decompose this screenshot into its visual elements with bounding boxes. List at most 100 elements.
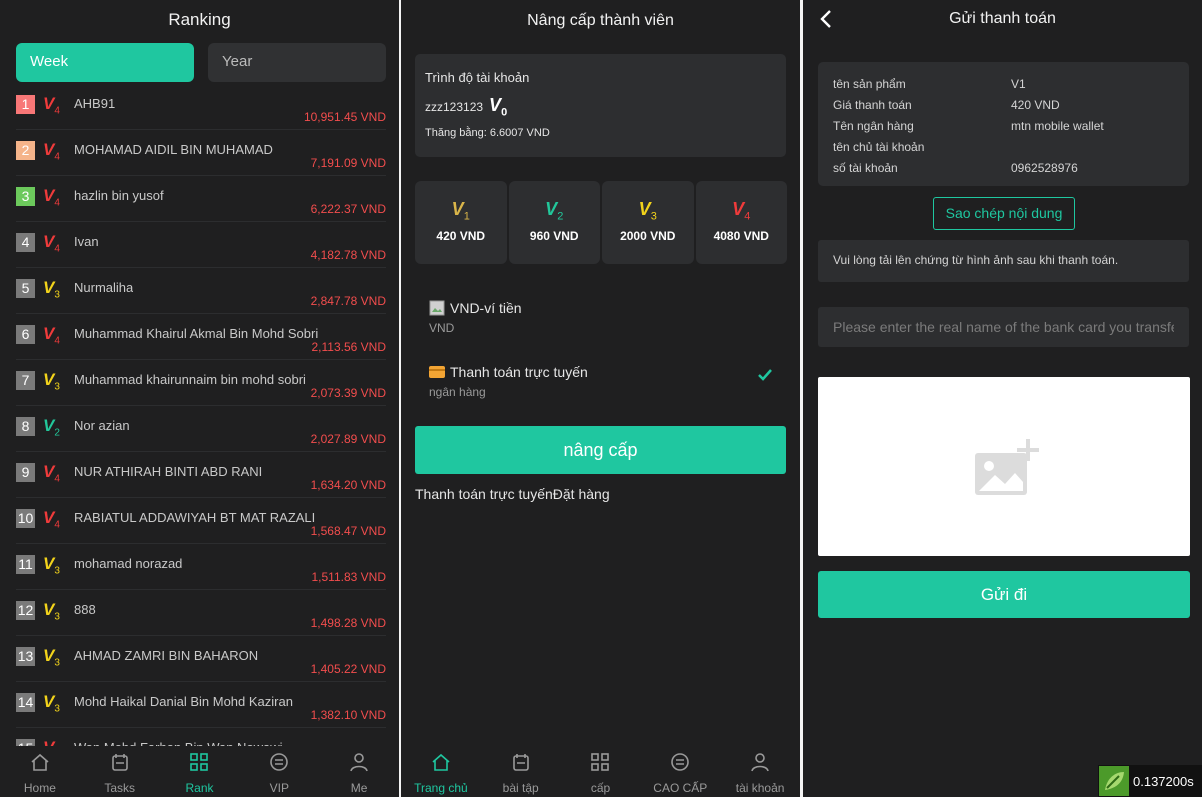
rank-user-name: mohamad norazad: [74, 556, 183, 571]
ranking-row: 9 V4 NUR ATHIRAH BINTI ABD RANI 1,634.20 VN…: [16, 452, 386, 498]
nav-label: tài khoản: [735, 781, 785, 795]
rank-user-name: Nor azian: [74, 418, 130, 433]
info-key: Tên ngân hàng: [833, 118, 914, 133]
payment-option-title: Thanh toán trực tuyến: [450, 364, 588, 380]
rank-user-name: hazlin bin yusof: [74, 188, 164, 203]
rank-amount: 4,182.78 VND: [310, 248, 386, 262]
nav-item-tasks[interactable]: Tasks: [80, 747, 160, 797]
ranking-row: 6 V4 Muhammad Khairul Akmal Bin Mohd Sobri…: [16, 314, 386, 360]
rank-user-name: AHB91: [74, 96, 116, 111]
rank-number-badge: 5: [16, 279, 35, 298]
rank-number-badge: 7: [16, 371, 35, 390]
nav-label: Me: [350, 781, 368, 795]
ranking-row: 10 V4 RABIATUL ADDAWIYAH BT MAT RAZALI 1,56…: [16, 498, 386, 544]
rank-number-badge: 14: [16, 693, 35, 712]
rank-amount: 10,951.45 VND: [303, 110, 386, 124]
payment-info-row: Tên ngân hàng mtn mobile wallet: [833, 115, 1174, 136]
nav-label: bài tập: [502, 781, 539, 795]
rank-number-badge: 9: [16, 463, 35, 482]
rank-number-badge: 13: [16, 647, 35, 666]
nav-item-me[interactable]: Me: [319, 747, 399, 797]
account-level-label: Trình độ tài khoản: [425, 70, 530, 85]
ranking-row: 12 V3 888 1,498.28 VND: [16, 590, 386, 636]
nav-item-home[interactable]: Home: [0, 747, 80, 797]
ranking-row: 11 V3 mohamad norazad 1,511.83 VND: [16, 544, 386, 590]
send-button[interactable]: Gửi đi: [818, 571, 1190, 618]
payment-panel: Gửi thanh toán tên sản phẩm V1 Giá thanh t…: [803, 0, 1202, 797]
user-icon: [751, 753, 769, 772]
rank-amount: 1,382.10 VND: [310, 708, 386, 722]
bank-card-name-input[interactable]: [818, 307, 1189, 347]
nav-label: CAO CẤP: [653, 781, 708, 795]
rank-amount: 1,498.28 VND: [310, 616, 386, 630]
rank-user-name: Mohd Haikal Danial Bin Mohd Kaziran: [74, 694, 293, 709]
rank-number-badge: 8: [16, 417, 35, 436]
nav-item-bài-tập[interactable]: bài tập: [481, 747, 561, 797]
upgrade-button[interactable]: nâng cấp: [415, 426, 786, 474]
image-upload-area[interactable]: [818, 377, 1190, 556]
vip-level-badge: V3: [43, 370, 60, 393]
rank-user-name: RABIATUL ADDAWIYAH BT MAT RAZALI: [74, 510, 316, 525]
nav-item-tài-khoản[interactable]: tài khoản: [720, 747, 800, 797]
ranking-row: 8 V2 Nor azian 2,027.89 VND: [16, 406, 386, 452]
fps-readout: 0.137200s: [1133, 773, 1194, 789]
vip-level-badge: V4: [43, 186, 60, 209]
payment-info-row: tên chủ tài khoản: [833, 136, 1174, 157]
rank-number-badge: 11: [16, 555, 35, 574]
nav-item-trang-chủ[interactable]: Trang chủ: [401, 747, 481, 797]
level-options: V1 420 VND V2 960 VND V3 2000 VND V4 4080 VND: [415, 181, 787, 264]
nav-item-cao-cấp[interactable]: CAO CẤP: [640, 747, 720, 797]
nav-label: Rank: [185, 781, 214, 795]
home-icon: [31, 753, 49, 771]
page-title: Gửi thanh toán: [949, 10, 1056, 27]
tab-week[interactable]: Week: [16, 43, 194, 82]
rank-number-badge: 10: [16, 509, 35, 528]
page-title: Nâng cấp thành viên: [527, 12, 674, 29]
payment-option-online[interactable]: Thanh toán trực tuyến ngân hàng: [429, 364, 773, 399]
check-icon: [758, 369, 772, 381]
copy-content-button[interactable]: Sao chép nội dung: [933, 197, 1075, 230]
rank-amount: 1,405.22 VND: [310, 662, 386, 676]
rank-user-name: Wan Mohd Farhan Bin Wan Nawawi: [74, 740, 283, 746]
ranking-list: 1 V4 AHB91 10,951.45 VND 2 V4 MOHAMAD AIDIL BI…: [16, 84, 386, 746]
level-option-v4[interactable]: V4 4080 VND: [695, 181, 787, 264]
account-card: Trình độ tài khoản zzz123123 V0 Thăng bằ…: [415, 54, 786, 157]
rank-user-name: Muhammad khairunnaim bin mohd sobri: [74, 372, 306, 387]
payment-option-subtitle: VND: [429, 321, 455, 335]
fps-badge: 0.137200s: [1098, 765, 1202, 797]
vip-level-badge: V3: [43, 554, 60, 577]
payment-option-wallet[interactable]: VND-ví tiền VND: [429, 300, 773, 335]
rank-user-name: Nurmaliha: [74, 280, 134, 295]
vip-level-badge: V2: [545, 199, 564, 223]
tasks-icon: [111, 754, 128, 771]
leaf-logo-icon: [1099, 766, 1129, 796]
ranking-panel: Ranking Week Year 1 V4 AHB91 10,951.45 VND 2…: [0, 0, 399, 797]
rank-number-badge: 15: [16, 739, 35, 746]
nav-label: Home: [23, 781, 56, 795]
rank-amount: 1,568.47 VND: [310, 524, 386, 538]
level-option-v1[interactable]: V1 420 VND: [415, 181, 507, 264]
nav-item-rank[interactable]: Rank: [160, 747, 240, 797]
vip-level-badge: V1: [451, 199, 470, 223]
rank-number-badge: 1: [16, 95, 35, 114]
bottom-nav: Trang chủ bài tập cấp CAO CẤP tài khoản: [401, 747, 800, 797]
rank-user-name: 888: [74, 602, 96, 617]
level-option-v2[interactable]: V2 960 VND: [508, 181, 600, 264]
page-title: Ranking: [168, 10, 231, 29]
level-option-v3[interactable]: V3 2000 VND: [602, 181, 694, 264]
vip-level-badge: V3: [43, 646, 60, 669]
bottom-nav: Home Tasks Rank VIP Me: [0, 747, 399, 797]
rank-number-badge: 4: [16, 233, 35, 252]
nav-item-vip[interactable]: VIP: [239, 747, 319, 797]
current-level-badge: V0: [489, 95, 508, 119]
tab-year[interactable]: Year: [208, 43, 386, 82]
payment-info-row: Giá thanh toán 420 VND: [833, 94, 1174, 115]
rank-number-badge: 12: [16, 601, 35, 620]
user-icon: [350, 753, 368, 772]
vip-level-badge: V4: [43, 94, 60, 117]
vip-level-badge: V4: [43, 738, 60, 746]
ranking-row: 7 V3 Muhammad khairunnaim bin mohd sobri 2,…: [16, 360, 386, 406]
nav-item-cấp[interactable]: cấp: [561, 747, 641, 797]
rank-amount: 2,113.56 VND: [311, 340, 387, 354]
info-value: 0962528976: [1011, 160, 1078, 175]
